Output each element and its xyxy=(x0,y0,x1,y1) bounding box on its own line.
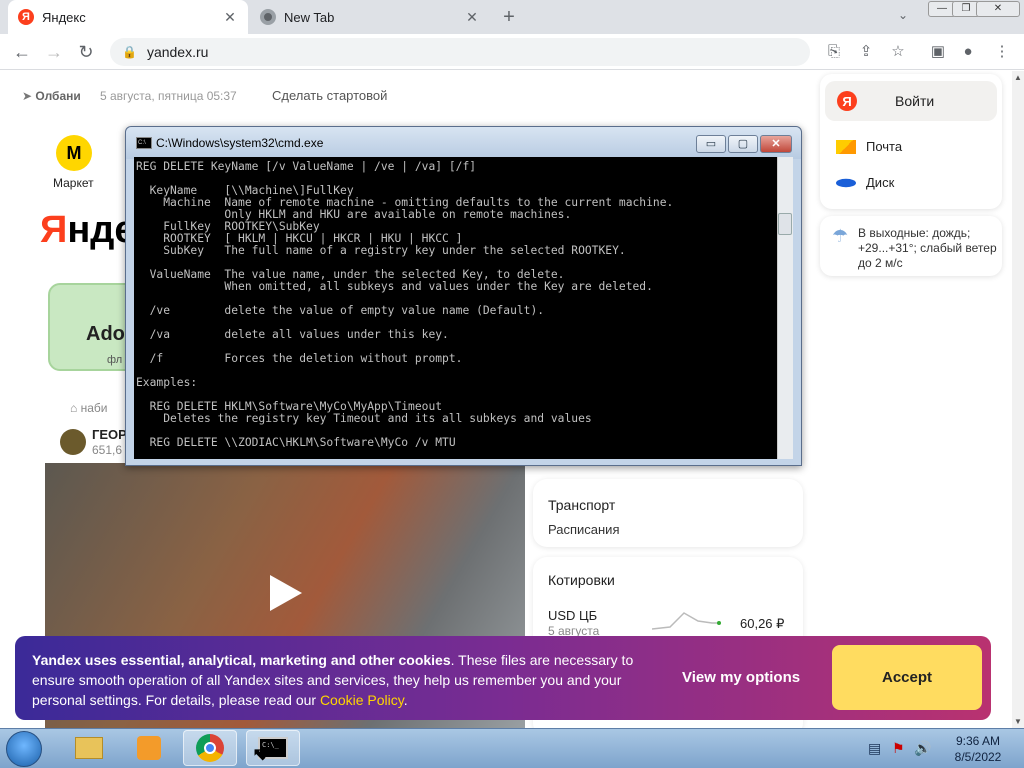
forward-arrow-icon[interactable]: → xyxy=(42,40,66,64)
weather-text: В выходные: дождь; +29...+31°; слабый ве… xyxy=(858,226,997,270)
tab-label: New Tab xyxy=(284,9,335,25)
usd-label[interactable]: USD ЦБ xyxy=(548,608,597,623)
usd-value: 60,26 ₽ xyxy=(740,616,785,631)
schedules-link[interactable]: Расписания xyxy=(548,522,619,537)
market-label[interactable]: Маркет xyxy=(53,176,94,190)
cmd-titlebar[interactable]: C:\ C:\Windows\system32\cmd.exe ▭ ▢ ✕ xyxy=(126,127,801,159)
accept-cookies-button[interactable]: Accept xyxy=(832,645,982,710)
cmd-maximize-icon[interactable]: ▢ xyxy=(728,135,758,153)
browser-toolbar: ← → ↻ 🔒 yandex.ru ⎘ ⇪ ☆ ▣ ● ⋮ xyxy=(0,34,1024,70)
feed-source: ⌂ наби xyxy=(70,401,108,415)
start-button-icon[interactable] xyxy=(6,731,42,767)
cmd-scroll-thumb[interactable] xyxy=(778,213,792,235)
yandex-logo: Янде xyxy=(40,209,136,251)
usd-sparkline xyxy=(652,612,721,630)
cmd-window[interactable]: C:\ C:\Windows\system32\cmd.exe ▭ ▢ ✕ RE… xyxy=(125,126,802,466)
ad-subtitle: фл xyxy=(107,354,123,366)
back-arrow-icon[interactable]: ← xyxy=(10,40,34,64)
make-homepage-link[interactable]: Сделать стартовой xyxy=(272,88,387,103)
cmd-minimize-icon[interactable]: ▭ xyxy=(696,135,726,153)
chrome-taskbar-icon[interactable] xyxy=(183,730,237,766)
chrome-favicon-icon xyxy=(260,9,276,25)
market-icon[interactable]: M xyxy=(56,135,92,171)
url-text: yandex.ru xyxy=(146,44,209,60)
channel-subscribers: 651,6 xyxy=(92,443,123,457)
home-icon: ⌂ xyxy=(70,401,81,415)
page-scrollbar[interactable]: ▲ ▼ xyxy=(1012,71,1024,728)
mail-icon xyxy=(836,139,856,154)
yandex-id-icon: Я xyxy=(837,91,857,111)
close-tab-icon[interactable]: ✕ xyxy=(464,9,480,26)
tab-label: Яндекс xyxy=(42,9,86,25)
disk-link[interactable]: Диск xyxy=(836,175,894,190)
cmd-title: C:\Windows\system32\cmd.exe xyxy=(156,136,324,150)
volume-icon[interactable]: 🔊 xyxy=(914,740,931,757)
mail-link[interactable]: Почта xyxy=(836,139,902,154)
new-tab-plus-icon[interactable]: + xyxy=(498,6,520,28)
yandex-favicon-icon: Я xyxy=(18,9,34,25)
view-options-button[interactable]: View my options xyxy=(682,669,800,686)
address-bar[interactable]: 🔒 yandex.ru xyxy=(110,38,810,66)
mouse-cursor-icon: ⬉ xyxy=(252,744,268,764)
network-icon[interactable]: ▤ xyxy=(868,740,881,757)
cmd-scrollbar[interactable] xyxy=(777,157,793,459)
close-window-icon[interactable]: ✕ xyxy=(976,1,1020,17)
browser-tabbar: Я Яндекс ✕ New Tab ✕ + ⌄ — ❐ ✕ xyxy=(0,0,1024,34)
explorer-taskbar-icon[interactable] xyxy=(62,730,116,766)
location-arrow-icon: ➤ xyxy=(22,89,36,103)
cmd-icon: C:\ xyxy=(136,137,152,149)
tab-yandex[interactable]: Я Яндекс ✕ xyxy=(8,0,248,34)
action-center-flag-icon[interactable]: ⚑ xyxy=(892,740,905,757)
cookie-text: Yandex uses essential, analytical, marke… xyxy=(32,652,634,708)
channel-avatar[interactable] xyxy=(60,429,86,455)
lock-icon: 🔒 xyxy=(122,45,137,59)
share-icon[interactable]: ⇪ xyxy=(856,42,876,62)
cmd-close-icon[interactable]: ✕ xyxy=(760,135,792,153)
tab-new-tab[interactable]: New Tab ✕ xyxy=(250,0,490,34)
clock-date: 8/5/2022 xyxy=(954,750,1002,764)
rain-cloud-icon: ☂ xyxy=(832,226,849,246)
geo-location[interactable]: ➤ Олбани xyxy=(22,89,81,103)
transport-title[interactable]: Транспорт xyxy=(548,497,615,513)
cookie-policy-link[interactable]: Cookie Policy xyxy=(320,692,404,708)
reload-icon[interactable]: ↻ xyxy=(74,40,98,64)
login-button[interactable]: Я Войти xyxy=(825,81,997,121)
play-icon[interactable] xyxy=(270,575,302,611)
tab-search-chevron-icon[interactable]: ⌄ xyxy=(898,8,908,22)
translate-icon[interactable]: ⎘ xyxy=(824,42,844,62)
login-label: Войти xyxy=(895,93,935,109)
menu-kebab-icon[interactable]: ⋮ xyxy=(992,42,1012,62)
cmd-console[interactable]: REG DELETE KeyName [/v ValueName | /ve |… xyxy=(134,157,777,459)
bookmark-star-icon[interactable]: ☆ xyxy=(888,42,908,62)
scroll-up-icon[interactable]: ▲ xyxy=(1014,73,1022,82)
clock-time: 9:36 AM xyxy=(955,734,1001,748)
disk-icon xyxy=(836,178,856,187)
channel-title[interactable]: ГЕОР xyxy=(92,427,127,442)
side-panel-icon[interactable]: ▣ xyxy=(928,42,948,62)
cmd-output: REG DELETE KeyName [/v ValueName | /ve |… xyxy=(136,160,674,449)
taskbar-clock[interactable]: 9:36 AM 8/5/2022 xyxy=(948,733,1008,765)
close-tab-icon[interactable]: ✕ xyxy=(222,9,238,26)
scroll-down-icon[interactable]: ▼ xyxy=(1014,717,1022,726)
media-player-taskbar-icon[interactable] xyxy=(122,730,176,766)
date-time: 5 августа, пятница 05:37 xyxy=(100,89,237,103)
quotes-title[interactable]: Котировки xyxy=(548,572,615,588)
profile-avatar-icon[interactable]: ● xyxy=(958,42,978,62)
ad-title: Ado xyxy=(86,323,125,345)
